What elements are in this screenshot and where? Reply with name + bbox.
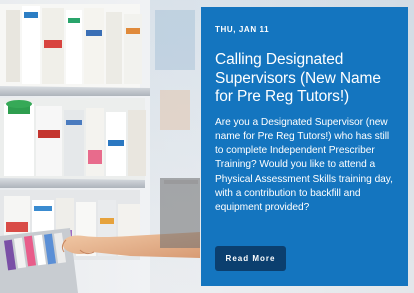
post-excerpt: Are you a Designated Supervisor (new nam… [215, 116, 393, 214]
post-headline[interactable]: Calling Designated Supervisors (New Name… [215, 51, 396, 107]
news-card: THU, JAN 11 Calling Designated Superviso… [0, 0, 414, 293]
read-more-button[interactable]: Read More [215, 246, 286, 271]
news-overlay-panel: THU, JAN 11 Calling Designated Superviso… [201, 7, 408, 286]
post-date: THU, JAN 11 [215, 25, 270, 34]
